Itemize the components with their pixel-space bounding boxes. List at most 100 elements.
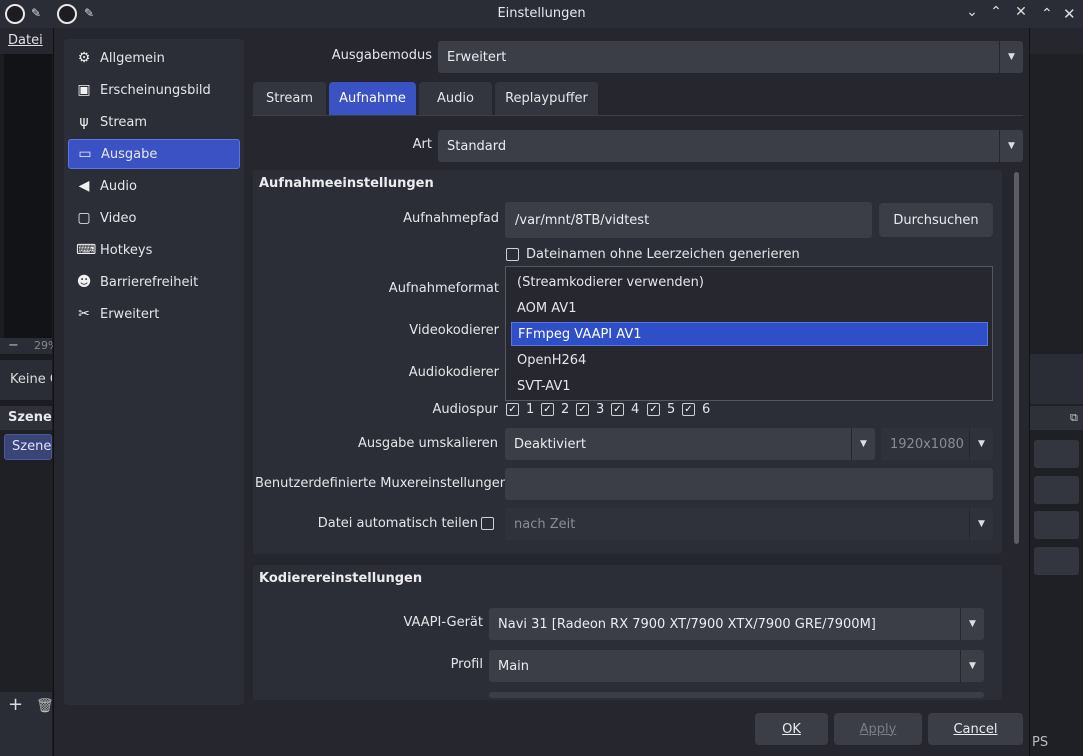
chevron-down-icon: ▼ <box>960 650 984 682</box>
output-mode-select[interactable]: Erweitert ▼ <box>438 41 1023 73</box>
dropdown-option[interactable]: AOM AV1 <box>506 296 992 320</box>
type-select[interactable]: Standard ▼ <box>438 130 1023 162</box>
tab-stream[interactable]: Stream <box>253 82 326 115</box>
scrollbar-thumb[interactable] <box>1014 172 1019 544</box>
type-label: Art <box>412 137 432 152</box>
autosplit-value: nach Zeit <box>514 516 576 532</box>
sidebar-item-general[interactable]: ⚙ Allgemein <box>68 43 240 73</box>
menu-file[interactable]: Datei <box>8 33 43 48</box>
sidebar-item-label: Audio <box>100 178 137 194</box>
right-dock-area <box>1030 54 1083 756</box>
rescale-select[interactable]: Deaktiviert ▼ <box>505 428 875 460</box>
chevron-down-icon: ▼ <box>851 428 875 460</box>
control-button[interactable] <box>1034 476 1079 504</box>
rescale-resolution-value: 1920x1080 <box>890 436 964 452</box>
sidebar-item-label: Stream <box>100 114 148 130</box>
chevron-down-icon: ▼ <box>999 130 1023 162</box>
chevron-down-icon: ▼ <box>999 41 1023 73</box>
output-mode-label: Ausgabemodus <box>331 48 432 63</box>
audio-track-1-checkbox[interactable]: ✓ <box>506 403 519 416</box>
obs-logo-icon <box>5 4 25 24</box>
dropdown-option[interactable]: SVT-AV1 <box>506 374 992 398</box>
no-space-filenames-checkbox[interactable] <box>506 248 519 261</box>
control-button[interactable] <box>1034 511 1079 539</box>
next-setting-select[interactable] <box>489 692 984 698</box>
sidebar-item-audio[interactable]: ◀ Audio <box>68 171 240 201</box>
muxer-settings-input[interactable] <box>505 468 993 500</box>
chevron-down-icon: ▼ <box>969 508 993 540</box>
antenna-icon: ψ <box>79 114 89 130</box>
ok-button[interactable]: OK <box>755 713 828 745</box>
main-minimize-icon[interactable]: ⌃ <box>1041 6 1053 22</box>
chevron-down-icon: ▼ <box>969 428 993 460</box>
audio-track-2-checkbox[interactable]: ✓ <box>541 403 554 416</box>
audio-track-5-label: 5 <box>667 402 676 417</box>
scenes-list <box>0 430 52 692</box>
vaapi-device-label: VAAPI-Gerät <box>403 615 483 630</box>
output-mode-value: Erweitert <box>447 49 507 65</box>
sidebar-item-label: Hotkeys <box>100 242 153 258</box>
audio-track-4-label: 4 <box>631 402 640 417</box>
control-button[interactable] <box>1034 547 1079 575</box>
recording-settings-title: Aufnahmeeinstellungen <box>259 176 434 191</box>
encoder-settings-title: Kodierereinstellungen <box>259 571 423 586</box>
audio-track-4-checkbox[interactable]: ✓ <box>611 403 624 416</box>
autosplit-select[interactable]: nach Zeit ▼ <box>505 508 993 540</box>
tab-recording[interactable]: Aufnahme <box>329 82 416 115</box>
sidebar-item-label: Ausgabe <box>101 146 158 162</box>
sidebar-item-appearance[interactable]: ▣ Erscheinungsbild <box>68 75 240 105</box>
chevron-down-icon[interactable]: ⌄ <box>962 4 982 20</box>
monitor-icon: ▢ <box>77 210 91 226</box>
rescale-resolution-select[interactable]: 1920x1080 ▼ <box>881 428 993 460</box>
scenes-dock-title: Szenen <box>8 410 52 425</box>
audio-track-3-checkbox[interactable]: ✓ <box>576 403 589 416</box>
apply-button[interactable]: Apply <box>834 713 922 745</box>
scene-list-item[interactable]: Szene <box>4 434 52 460</box>
zoom-out-button[interactable]: − <box>8 338 19 353</box>
sidebar-item-accessibility[interactable]: ☻ Barrierefreiheit <box>68 267 240 297</box>
dropdown-option[interactable]: (Streamkodierer verwenden) <box>506 270 992 294</box>
sidebar-item-advanced[interactable]: ✂ Erweitert <box>68 299 240 329</box>
profile-value: Main <box>498 658 530 674</box>
audio-track-6-checkbox[interactable]: ✓ <box>682 403 695 416</box>
dropdown-option-highlighted[interactable]: FFmpeg VAAPI AV1 <box>511 322 988 346</box>
tab-audio[interactable]: Audio <box>419 82 492 115</box>
close-icon[interactable]: ✕ <box>1011 4 1031 20</box>
main-close-icon[interactable]: ✕ <box>1063 5 1076 23</box>
tools-icon: ✂ <box>78 306 90 322</box>
pin-icon[interactable]: ✎ <box>31 6 41 20</box>
audio-track-1-label: 1 <box>526 402 535 417</box>
sidebar-item-output[interactable]: ▭ Ausgabe <box>68 139 240 169</box>
add-scene-icon[interactable]: + <box>8 694 23 715</box>
tab-replay-buffer[interactable]: Replaypuffer <box>495 82 598 115</box>
vaapi-device-value: Navi 31 [Radeon RX 7900 XT/7900 XTX/7900… <box>498 616 876 632</box>
source-status-text: Keine Q <box>10 372 52 387</box>
cancel-button[interactable]: Cancel <box>928 713 1023 745</box>
sidebar-item-stream[interactable]: ψ Stream <box>68 107 240 137</box>
dialog-title: Einstellungen <box>497 6 586 21</box>
audio-track-2-label: 2 <box>561 402 570 417</box>
chevron-up-icon[interactable]: ⌃ <box>986 4 1006 20</box>
control-button[interactable] <box>1034 440 1079 468</box>
browse-button[interactable]: Durchsuchen <box>879 203 993 237</box>
no-space-filenames-label: Dateinamen ohne Leerzeichen generieren <box>526 247 800 262</box>
trash-icon[interactable]: 🗑 <box>36 698 54 714</box>
audio-track-5-checkbox[interactable]: ✓ <box>647 403 660 416</box>
profile-select[interactable]: Main ▼ <box>489 650 984 682</box>
rescale-value: Deaktiviert <box>514 436 586 452</box>
sidebar-item-label: Video <box>100 210 137 226</box>
sidebar-item-video[interactable]: ▢ Video <box>68 203 240 233</box>
sidebar-item-label: Erscheinungsbild <box>100 82 211 98</box>
vaapi-device-select[interactable]: Navi 31 [Radeon RX 7900 XT/7900 XTX/7900… <box>489 608 984 640</box>
sidebar-item-hotkeys[interactable]: ⌨ Hotkeys <box>68 235 240 265</box>
accessibility-icon: ☻ <box>76 274 92 290</box>
recording-path-input[interactable]: /var/mnt/8TB/vidtest <box>505 202 872 238</box>
autosplit-checkbox[interactable] <box>481 517 494 530</box>
dock-float-icon[interactable]: ⧉ <box>1070 411 1078 425</box>
status-bar-text: PS <box>1032 735 1049 750</box>
audio-track-6-label: 6 <box>702 402 711 417</box>
right-dock-bar <box>1030 354 1083 404</box>
dropdown-option[interactable]: OpenH264 <box>506 348 992 372</box>
preview-area <box>4 54 52 338</box>
sidebar-item-label: Barrierefreiheit <box>100 274 199 290</box>
